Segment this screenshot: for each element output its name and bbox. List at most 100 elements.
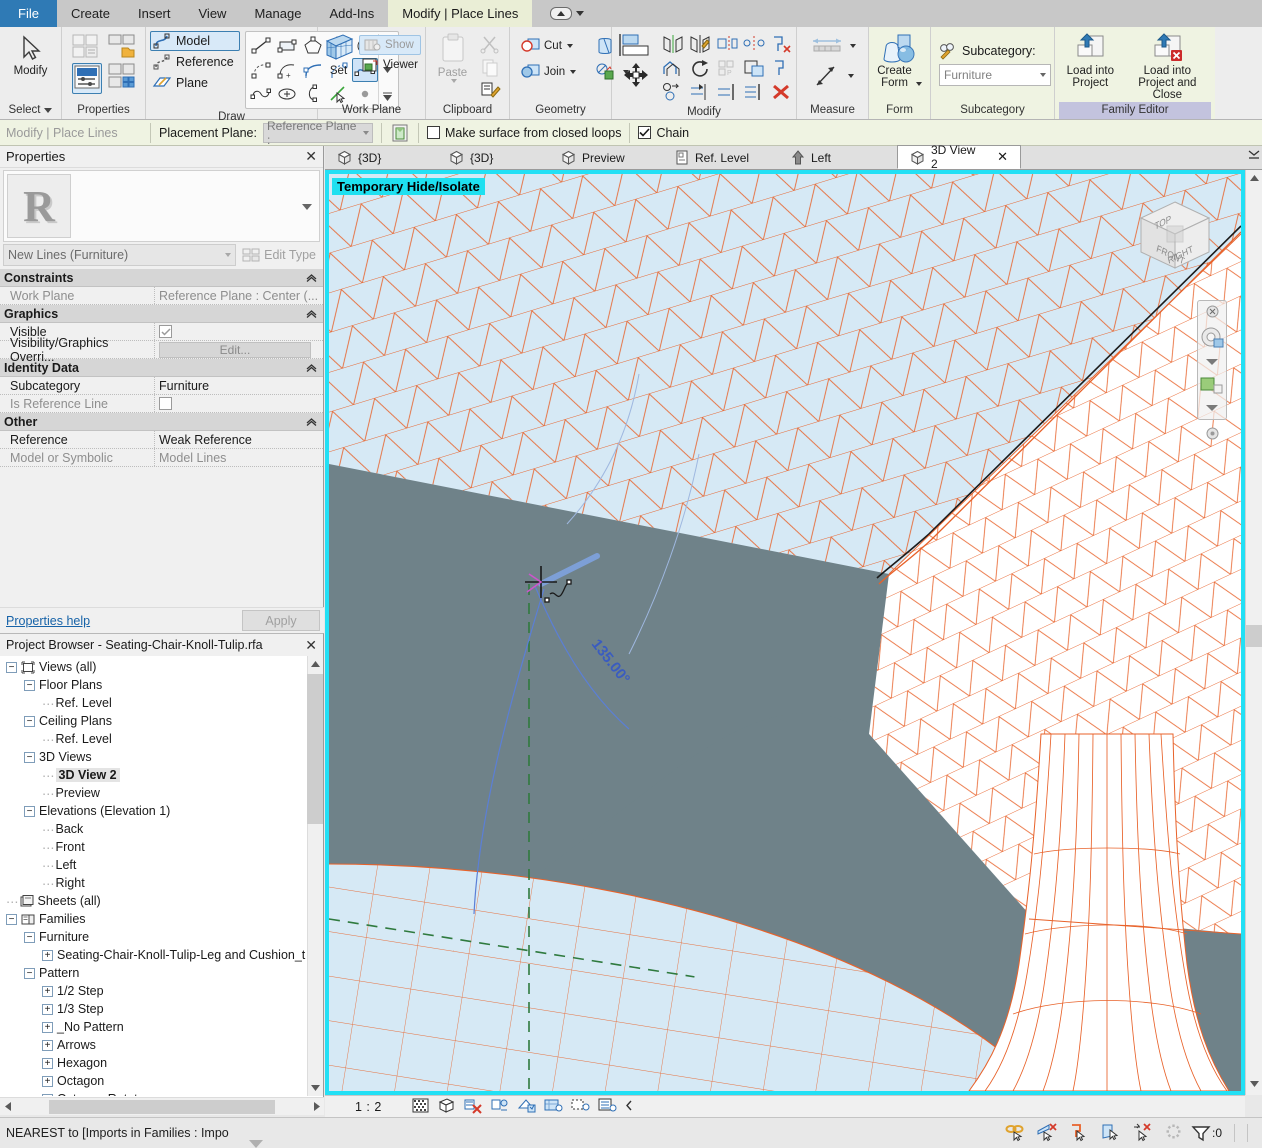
menu-tab-view[interactable]: View: [185, 0, 241, 27]
browser-tree-node[interactable]: + Arrows: [0, 1036, 308, 1054]
detail-level-icon[interactable]: [412, 1098, 429, 1116]
is-reference-line-checkbox[interactable]: [159, 397, 172, 410]
expand-node-icon[interactable]: +: [42, 1057, 53, 1069]
expand-node-icon[interactable]: +: [42, 1093, 53, 1096]
chevron-down-icon[interactable]: [302, 204, 312, 210]
trim-extend-corner-icon[interactable]: [662, 82, 684, 102]
collapse-node-icon[interactable]: −: [24, 931, 35, 943]
chevron-down-icon[interactable]: [570, 70, 577, 74]
browser-tree-node[interactable]: − Furniture: [0, 928, 308, 946]
collapse-icon[interactable]: [306, 307, 317, 321]
placement-plane-combo[interactable]: Reference Plane :: [262, 119, 373, 147]
browser-tree-node[interactable]: ⋯ Back: [0, 820, 308, 838]
draw-mode-reference[interactable]: Reference: [150, 52, 240, 72]
browser-tree-node[interactable]: ⋯ Right: [0, 874, 308, 892]
drag-select-icon[interactable]: [1133, 1122, 1155, 1144]
property-row[interactable]: Visibility/Graphics Overri... Edit...: [0, 336, 323, 364]
chevron-down-icon[interactable]: [450, 79, 457, 83]
view-tabs-overflow-icon[interactable]: [1248, 150, 1260, 164]
face-select-icon[interactable]: [1101, 1123, 1123, 1144]
navigation-bar[interactable]: [1197, 300, 1227, 440]
collapse-icon[interactable]: [306, 415, 317, 429]
view-tab-strip[interactable]: {3D} {3D} Preview Ref. Level Left 3D View 2 ✕: [325, 143, 1262, 171]
browser-tree-node[interactable]: + Hexagon: [0, 1054, 308, 1072]
browser-horizontal-scrollbar[interactable]: [0, 1097, 324, 1115]
cut-clipboard-button[interactable]: [477, 34, 503, 54]
browser-tree-node[interactable]: +1/3 Step: [0, 1000, 308, 1018]
draw-tool-ellipse[interactable]: [248, 82, 274, 106]
copy-button[interactable]: [477, 57, 503, 77]
load-into-project-button[interactable]: Load into Project: [1059, 31, 1122, 89]
pin-icon[interactable]: [770, 58, 792, 78]
load-into-project-and-close-button[interactable]: Load into Project and Close: [1124, 31, 1211, 101]
sun-path-icon[interactable]: [463, 1097, 482, 1116]
ribbon-minimize-toggle[interactable]: [550, 0, 585, 27]
draw-tool-partial-ellipse[interactable]: [274, 82, 300, 106]
cut-geometry-button[interactable]: Cut: [518, 36, 576, 56]
steering-wheels-icon[interactable]: [1200, 326, 1224, 353]
measure-along-element-icon[interactable]: [812, 63, 842, 89]
drawing-canvas[interactable]: Temporary Hide/Isolate 135.00° TOP FRONT…: [325, 170, 1245, 1095]
family-category-icon[interactable]: [108, 33, 136, 59]
collapse-node-icon[interactable]: −: [24, 751, 35, 763]
join-geometry-button[interactable]: Join: [518, 62, 579, 82]
view-tab-left[interactable]: Left: [779, 146, 897, 169]
view-tab-3d-view-2[interactable]: 3D View 2 ✕: [897, 143, 1021, 171]
filter-icon[interactable]: :0: [1191, 1125, 1222, 1142]
collapse-node-icon[interactable]: −: [6, 661, 17, 673]
browser-tree-node[interactable]: ⋯ Preview: [0, 784, 308, 802]
expand-node-icon[interactable]: +: [42, 1075, 53, 1087]
menu-tab-manage[interactable]: Manage: [240, 0, 315, 27]
browser-tree-node[interactable]: − Elevations (Elevation 1): [0, 802, 308, 820]
split-element-icon[interactable]: [743, 82, 765, 102]
view-tab-3d[interactable]: {3D}: [325, 146, 437, 169]
chevron-down-icon[interactable]: [576, 11, 585, 16]
collapse-node-icon[interactable]: −: [24, 967, 35, 979]
delete-icon[interactable]: [770, 82, 792, 102]
properties-group-identity-data[interactable]: Identity Data: [0, 359, 323, 377]
navbar-close-icon[interactable]: [1206, 305, 1219, 321]
workplane-viewer-button[interactable]: Viewer: [359, 56, 421, 74]
create-form-button[interactable]: Create Form: [873, 31, 926, 89]
modify-button[interactable]: Modify: [4, 31, 57, 77]
view-tab-preview[interactable]: Preview: [549, 146, 663, 169]
browser-tree-node[interactable]: + Seating-Chair-Knoll-Tulip-Leg and Cushi…: [0, 946, 308, 964]
view-scale[interactable]: 1 : 2: [355, 1100, 382, 1114]
property-row[interactable]: Is Reference Line: [0, 395, 323, 413]
browser-tree-node[interactable]: ⋯ Ref. Level: [0, 730, 308, 748]
property-row[interactable]: Subcategory Furniture: [0, 377, 323, 395]
unpin-icon[interactable]: [770, 34, 792, 54]
scroll-down-icon[interactable]: [1246, 1076, 1262, 1093]
scroll-down-icon[interactable]: [308, 1080, 324, 1096]
expand-node-icon[interactable]: +: [42, 1039, 53, 1051]
chevron-down-icon[interactable]: [44, 108, 53, 113]
draw-tool-center-ends-arc[interactable]: +: [274, 58, 300, 82]
browser-tree-node[interactable]: + Octagon: [0, 1072, 308, 1090]
view-cube[interactable]: TOP FRONT RIGHT: [1127, 190, 1223, 286]
scroll-right-icon[interactable]: [308, 1099, 324, 1115]
scroll-up-icon[interactable]: [1246, 170, 1262, 187]
view-tab-ref-level[interactable]: Ref. Level: [663, 146, 779, 169]
properties-help-link[interactable]: Properties help: [6, 614, 90, 628]
mirror-draw-axis-icon[interactable]: [689, 34, 711, 54]
set-workplane-button[interactable]: Set: [322, 31, 355, 77]
type-selector-combo[interactable]: New Lines (Furniture): [3, 244, 237, 266]
rotate-icon[interactable]: [689, 58, 711, 78]
browser-hscroll-thumb[interactable]: [49, 1099, 275, 1114]
underlay-select-icon[interactable]: [1037, 1122, 1059, 1144]
expand-node-icon[interactable]: +: [42, 949, 53, 961]
visual-style-icon[interactable]: [437, 1097, 455, 1116]
show-workplane-button[interactable]: Show: [359, 35, 421, 55]
family-types-icon[interactable]: [108, 63, 136, 89]
trim-extend-multiple-icon[interactable]: [716, 82, 738, 102]
pinned-select-icon[interactable]: [1069, 1123, 1091, 1144]
draw-tool-line[interactable]: [248, 34, 274, 58]
visibility-graphics-edit-button[interactable]: Edit...: [159, 341, 311, 358]
chain-select-icon[interactable]: [1005, 1123, 1027, 1144]
crop-region-icon[interactable]: [571, 1097, 590, 1116]
expand-node-icon[interactable]: +: [42, 985, 53, 997]
properties-group-constraints[interactable]: Constraints: [0, 269, 323, 287]
hide-isolate-icon[interactable]: [598, 1097, 617, 1116]
browser-tree-node[interactable]: − Pattern: [0, 964, 308, 982]
chain-checkbox[interactable]: [638, 126, 652, 139]
